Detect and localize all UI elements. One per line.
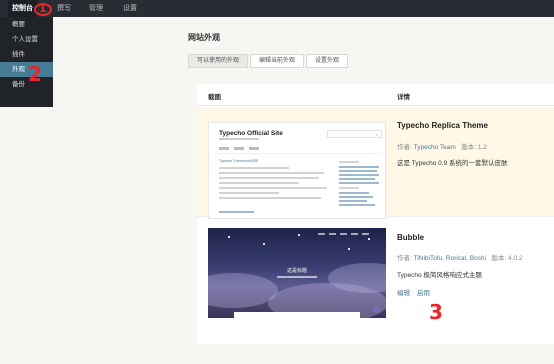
column-header-screenshot: 截图 [208,94,221,101]
menu-item-backup[interactable]: 备份 [0,77,53,92]
theme-version: 4.0.2 [508,255,523,262]
theme-description: Typecho 极简风格响应式主题 [397,272,482,279]
theme-version: 1.2 [477,144,487,151]
divider [215,153,381,154]
annotation-number: 2 [28,62,42,86]
theme-name: Bubble [397,233,425,242]
theme-author: TiNibiTofu, Rorical, Boshi [413,255,486,262]
theme-meta: 作者: TiNibiTofu, Rorical, Boshi 版本: 4.0.2 [397,255,523,262]
preview-nav [318,233,373,235]
preview-subtitle [219,138,259,140]
menu-item-profile[interactable]: 个人设置 [0,32,53,47]
preview-site-title: Typecho Official Site [219,130,283,137]
menu-item-themes[interactable]: 外观 [0,62,53,77]
nav-dashboard[interactable]: 控制台 [8,0,37,17]
dashboard-dropdown-menu: 概要 个人设置 插件 外观 备份 [0,17,53,107]
annotation-number: 3 [429,300,443,324]
menu-item-plugins[interactable]: 插件 [0,47,53,62]
menu-item-overview[interactable]: 概要 [0,17,53,32]
table-header: 截图 详情 [197,84,554,106]
theme-table: 截图 详情 Typecho Official Site ⌕ Typecho Fr… [197,84,554,344]
table-row: Typecho Official Site ⌕ Typecho Framewor… [197,107,554,219]
preview-post-title: Typecho Framework示例 [219,159,258,163]
theme-author: Typecho Team [413,144,456,151]
activate-theme-link[interactable]: 启用 [417,287,430,297]
theme-tabs: 可以使用的外观 编辑当前外观 设置外观 [188,54,350,68]
theme-screenshot[interactable]: 这是标题 [208,228,386,318]
preview-search-box: ⌕ [327,130,382,138]
nav-settings[interactable]: 设置 [123,0,137,17]
theme-description: 这是 Typecho 0.9 系统的一套默认皮肤 [397,160,508,167]
nav-write[interactable]: 撰写 [57,0,71,17]
edit-theme-link[interactable]: 编辑 [397,287,410,297]
theme-name: Typecho Replica Theme [397,121,488,130]
tab-theme-settings[interactable]: 设置外观 [306,54,349,68]
preview-menu [219,147,264,150]
tab-edit-current-theme[interactable]: 编辑当前外观 [250,54,305,68]
table-row: 这是标题 Bubble 作者: TiNibiTofu, Rorical, Bos… [197,218,554,344]
top-navbar: 控制台 撰写 管理 设置 [0,0,554,17]
preview-fab [373,306,380,313]
preview-content-card [234,312,360,318]
theme-screenshot[interactable]: Typecho Official Site ⌕ Typecho Framewor… [208,122,386,219]
column-header-detail: 详情 [397,94,410,101]
search-icon: ⌕ [376,132,379,137]
theme-meta: 作者: Typecho Team 版本: 1.2 [397,144,487,151]
preview-site-title: 这是标题 [286,268,307,274]
nav-manage[interactable]: 管理 [89,0,103,17]
page-title: 网站外观 [188,33,220,42]
tab-available-themes[interactable]: 可以使用的外观 [188,54,249,68]
annotation-number: 1 [39,2,47,15]
